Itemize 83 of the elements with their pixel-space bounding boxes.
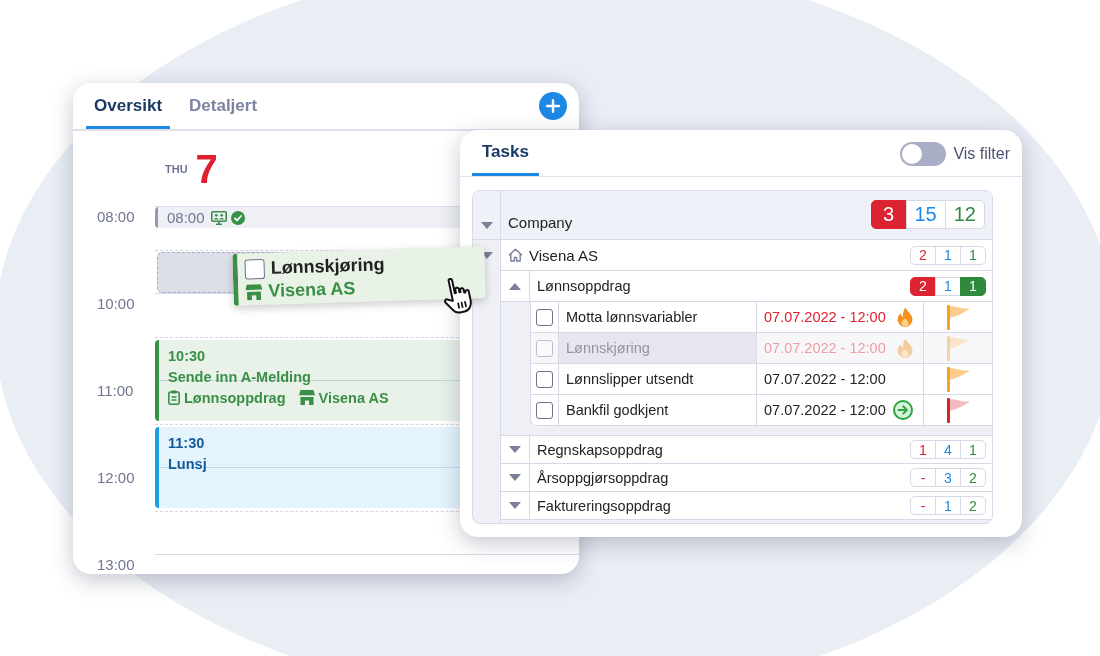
flag-icon[interactable] <box>947 366 969 392</box>
store-icon <box>245 283 263 301</box>
assignment-name: Årsoppgjørsoppdrag <box>536 469 670 486</box>
task-count: 1 <box>960 245 986 265</box>
task-title: Lønnskjøring <box>270 254 385 279</box>
task-count: 2 <box>960 468 986 487</box>
assignment-row[interactable]: Regnskapsoppdrag 1 4 1 <box>501 436 992 464</box>
company-name: Visena AS <box>268 278 356 302</box>
time-label: 10:00 <box>96 295 136 313</box>
due-date: 07.07.2022 - 12:00 <box>764 340 886 356</box>
calendar-event[interactable]: 08:00 <box>155 207 460 228</box>
calendar-event[interactable]: 10:30 Sende inn A-Melding Lønnsoppdrag Visena AS <box>155 339 460 421</box>
plus-icon <box>546 99 560 113</box>
assignment-row[interactable]: Lønnsoppdrag 2 1 1 <box>501 271 992 302</box>
assignment-name: Lønnsoppdrag <box>536 278 632 294</box>
due-date: 07.07.2022 - 12:00 <box>764 402 886 418</box>
assignment-row[interactable]: Årsoppgjørsoppdrag - 3 2 <box>501 464 992 492</box>
task-count: 3 <box>870 200 907 229</box>
time-label: 08:00 <box>96 208 136 226</box>
caret-down-icon[interactable] <box>509 502 521 509</box>
company-name: Visena AS <box>529 246 598 264</box>
caret-down-icon[interactable] <box>509 446 521 453</box>
task-name-cell: Lønnskjøring <box>559 333 757 363</box>
due-date: 07.07.2022 - 12:00 <box>764 371 886 387</box>
assignment-row[interactable]: Faktureringsoppdrag - 1 2 <box>501 492 992 520</box>
task-name-cell: Motta lønnsvariabler <box>559 302 757 332</box>
event-title: Sende inn A-Melding <box>168 367 312 386</box>
task-count: 15 <box>905 200 946 229</box>
event-time: 11:30 <box>168 433 206 452</box>
assignment-name: Faktureringsoppdrag <box>536 497 672 514</box>
task-count: 1 <box>935 245 961 265</box>
task-count: 2 <box>910 276 936 296</box>
task-count: 12 <box>944 200 985 229</box>
task-count: 1 <box>960 276 986 296</box>
task-count: 2 <box>910 245 936 265</box>
monitor-icon <box>210 210 227 225</box>
filter-label[interactable]: Vis filter <box>953 145 1010 163</box>
event-time: 10:30 <box>168 346 207 365</box>
task-count: - <box>910 496 936 515</box>
task-count: - <box>910 468 936 487</box>
task-checkbox[interactable] <box>536 401 553 419</box>
column-header: Company <box>508 214 573 231</box>
event-time: 08:00 <box>167 209 205 226</box>
weekday-label: THU <box>165 162 188 175</box>
view-tab[interactable]: Oversikt <box>86 96 171 129</box>
task-checkbox[interactable] <box>536 370 553 388</box>
task-count: 1 <box>910 440 936 459</box>
clipboard-icon <box>168 390 180 405</box>
flag-icon[interactable] <box>947 397 969 423</box>
assignment-name: Regnskapsoppdrag <box>536 441 664 458</box>
add-button[interactable] <box>539 92 567 120</box>
date-number: 7 <box>195 148 218 189</box>
task-count: 3 <box>935 468 961 487</box>
tasks-tab[interactable]: Tasks <box>472 142 539 176</box>
time-label: 12:00 <box>96 469 136 487</box>
toggle-switch[interactable] <box>900 142 947 166</box>
task-count: 4 <box>935 440 961 459</box>
house-icon <box>508 248 523 262</box>
company-name: Visena AS <box>318 388 389 407</box>
due-date: 07.07.2022 - 12:00 <box>764 309 886 325</box>
caret-down-icon[interactable] <box>509 474 521 481</box>
company-row[interactable]: Visena AS 2 1 1 <box>501 240 992 271</box>
calendar-event[interactable]: 11:30 Lunsj <box>155 426 460 508</box>
store-icon <box>298 390 315 405</box>
caret-up-icon[interactable] <box>509 282 521 290</box>
task-checkbox[interactable] <box>536 308 553 326</box>
task-row[interactable]: Lønnslipper utsendt 07.07.2022 - 12:00 <box>531 364 992 395</box>
task-count: 1 <box>935 496 961 515</box>
assignment-name: Lønnsoppdrag <box>184 388 286 407</box>
check-circle-icon <box>230 210 245 225</box>
task-count: 2 <box>960 496 986 515</box>
task-checkbox[interactable] <box>244 258 266 280</box>
task-row[interactable]: Motta lønnsvariabler 07.07.2022 - 12:00 <box>531 302 992 333</box>
time-label: 13:00 <box>96 556 136 574</box>
view-tab[interactable]: Detaljert <box>181 96 266 129</box>
task-name-cell: Lønnslipper utsendt <box>559 364 757 394</box>
task-count: 1 <box>960 440 986 459</box>
time-label: 11:00 <box>96 382 135 400</box>
task-name-cell: Bankfil godkjent <box>559 395 757 425</box>
event-title: Lunsj <box>168 454 207 473</box>
flag-icon[interactable] <box>947 304 969 330</box>
task-count: 1 <box>935 276 961 296</box>
caret-down-icon[interactable] <box>480 222 493 229</box>
